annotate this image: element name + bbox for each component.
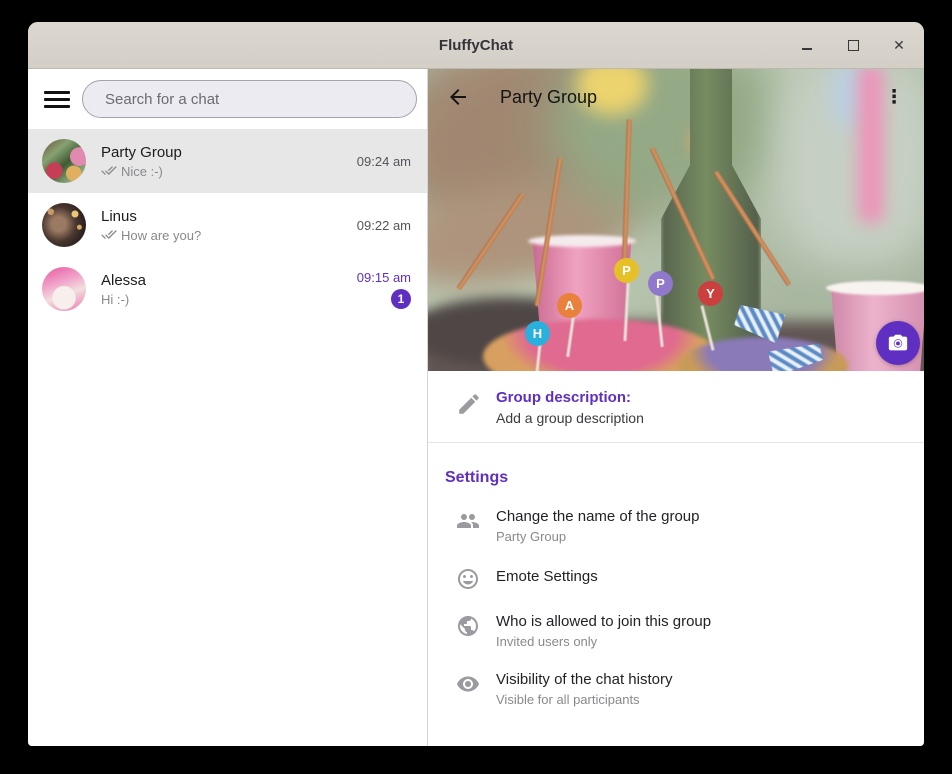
chat-row-linus[interactable]: Linus How are you? 09:22 am bbox=[28, 193, 427, 257]
window-controls: ✕ bbox=[796, 22, 910, 68]
avatar bbox=[42, 139, 86, 183]
setting-title: Visibility of the chat history bbox=[496, 671, 672, 688]
letter-badge-p2: P bbox=[648, 271, 673, 296]
group-details-panel: H A P P Y Party Group bbox=[428, 69, 924, 746]
setting-subtitle: Party Group bbox=[496, 529, 699, 544]
group-appbar: Party Group ⋮ bbox=[428, 69, 924, 125]
menu-button[interactable] bbox=[44, 86, 70, 112]
change-avatar-button[interactable] bbox=[876, 321, 920, 365]
close-icon: ✕ bbox=[893, 38, 905, 52]
settings-heading: Settings bbox=[445, 469, 924, 487]
close-button[interactable]: ✕ bbox=[888, 34, 910, 56]
setting-subtitle: Visible for all participants bbox=[496, 692, 672, 707]
letter-badge-p1: P bbox=[614, 258, 639, 283]
desktop-background: FluffyChat ✕ bbox=[0, 0, 952, 774]
maximize-button[interactable] bbox=[842, 34, 864, 56]
chat-preview-text: Hi :-) bbox=[101, 292, 129, 307]
chat-timestamp: 09:24 am bbox=[357, 154, 411, 169]
letter-badge-a: A bbox=[557, 293, 582, 318]
kebab-menu-button[interactable]: ⋮ bbox=[880, 83, 908, 111]
camera-icon bbox=[887, 332, 909, 354]
chat-timestamp: 09:22 am bbox=[357, 218, 411, 233]
letter-badge-y: Y bbox=[698, 281, 723, 306]
letter-badge-h: H bbox=[525, 321, 550, 346]
group-description-row[interactable]: Group description: Add a group descripti… bbox=[428, 371, 924, 443]
kebab-icon: ⋮ bbox=[885, 86, 904, 109]
people-icon bbox=[456, 509, 480, 533]
edit-pencil-icon bbox=[456, 391, 482, 417]
avatar bbox=[42, 203, 86, 247]
double-check-icon bbox=[101, 229, 117, 241]
chat-list-panel: Party Group Nice :-) 09:24 am bbox=[28, 69, 428, 746]
chat-name: Linus bbox=[101, 208, 357, 225]
fluffychat-window: FluffyChat ✕ bbox=[28, 22, 924, 746]
globe-icon bbox=[456, 614, 480, 638]
eye-icon bbox=[456, 672, 480, 696]
chat-name: Alessa bbox=[101, 272, 357, 289]
avatar bbox=[42, 267, 86, 311]
group-title: Party Group bbox=[500, 87, 597, 108]
maximize-icon bbox=[848, 40, 859, 51]
emoji-icon bbox=[456, 567, 480, 591]
group-description-value: Add a group description bbox=[496, 410, 644, 426]
chat-timestamp: 09:15 am bbox=[357, 270, 411, 285]
setting-emote-settings[interactable]: Emote Settings bbox=[428, 555, 924, 602]
setting-change-group-name[interactable]: Change the name of the group Party Group bbox=[428, 497, 924, 555]
group-header-photo: H A P P Y Party Group bbox=[428, 69, 924, 371]
setting-title: Emote Settings bbox=[496, 568, 598, 585]
unread-badge: 1 bbox=[391, 289, 411, 309]
minimize-button[interactable] bbox=[796, 34, 818, 56]
back-button[interactable] bbox=[444, 83, 472, 111]
search-field[interactable] bbox=[82, 80, 417, 118]
chat-preview-text: Nice :-) bbox=[121, 164, 163, 179]
chat-name: Party Group bbox=[101, 144, 357, 161]
setting-title: Change the name of the group bbox=[496, 508, 699, 525]
minimize-icon bbox=[802, 48, 812, 50]
group-description-label: Group description: bbox=[496, 389, 644, 406]
window-title: FluffyChat bbox=[439, 37, 513, 54]
window-titlebar[interactable]: FluffyChat ✕ bbox=[28, 22, 924, 69]
setting-history-visibility[interactable]: Visibility of the chat history Visible f… bbox=[428, 660, 924, 718]
setting-join-permission[interactable]: Who is allowed to join this group Invite… bbox=[428, 602, 924, 660]
chat-row-alessa[interactable]: Alessa Hi :-) 09:15 am 1 bbox=[28, 257, 427, 321]
setting-title: Who is allowed to join this group bbox=[496, 613, 711, 630]
chat-preview-text: How are you? bbox=[121, 228, 201, 243]
double-check-icon bbox=[101, 165, 117, 177]
chat-list-toolbar bbox=[28, 69, 427, 129]
search-input[interactable] bbox=[83, 91, 416, 108]
chat-row-party-group[interactable]: Party Group Nice :-) 09:24 am bbox=[28, 129, 427, 193]
hamburger-icon bbox=[44, 91, 70, 94]
setting-subtitle: Invited users only bbox=[496, 634, 711, 649]
